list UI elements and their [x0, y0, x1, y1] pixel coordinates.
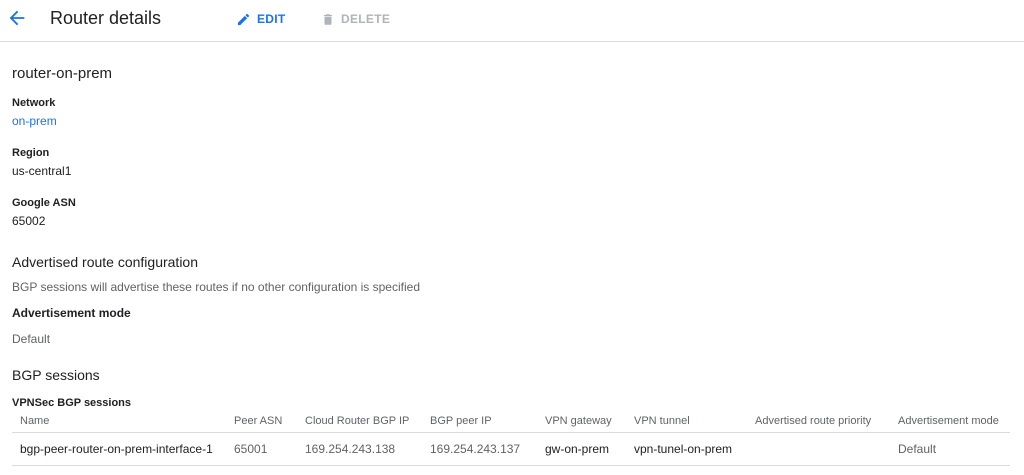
trash-icon [323, 13, 333, 25]
delete-button[interactable]: DELETE [321, 10, 390, 28]
network-link[interactable]: on-prem [12, 114, 57, 128]
cell-bgp-peer-ip: 169.254.243.137 [430, 442, 521, 456]
region-value: us-central1 [12, 164, 72, 178]
cell-cloud-router-bgp-ip: 169.254.243.138 [305, 442, 396, 456]
arrow-back-icon[interactable] [6, 7, 28, 29]
bgp-sessions-table: Name Peer ASN Cloud Router BGP IP BGP pe… [12, 412, 1010, 466]
pencil-icon [237, 13, 250, 25]
advertised-description: BGP sessions will advertise these routes… [12, 280, 420, 294]
cell-vpn-gateway: gw-on-prem [545, 442, 610, 456]
delete-label: DELETE [341, 12, 391, 26]
asn-value: 65002 [12, 214, 46, 228]
advertised-section-title: Advertised route configuration [12, 254, 198, 270]
network-label: Network [12, 97, 56, 109]
cell-peer-asn: 65001 [234, 442, 268, 456]
advertisement-mode-value: Default [12, 332, 51, 346]
advertisement-mode-label: Advertisement mode [12, 306, 131, 320]
col-header-name: Name [20, 415, 50, 427]
top-bar: Router details EDIT DELETE [0, 0, 1024, 42]
cell-advertisement-mode: Default [898, 442, 937, 456]
col-header-advertisement-mode: Advertisement mode [898, 415, 999, 427]
table-header: Name Peer ASN Cloud Router BGP IP BGP pe… [12, 412, 1010, 433]
col-header-advertised-route-priority: Advertised route priority [755, 415, 872, 427]
page-title: Router details [50, 8, 162, 28]
cell-name: bgp-peer-router-on-prem-interface-1 [20, 442, 213, 456]
edit-button[interactable]: EDIT [236, 10, 286, 28]
edit-label: EDIT [257, 12, 286, 26]
col-header-bgp-peer-ip: BGP peer IP [430, 415, 492, 427]
router-name: router-on-prem [12, 65, 113, 82]
bgp-subtitle: VPNSec BGP sessions [12, 397, 132, 409]
cell-vpn-tunnel: vpn-tunel-on-prem [634, 442, 733, 456]
region-label: Region [12, 147, 50, 159]
col-header-peer-asn: Peer ASN [234, 415, 283, 427]
col-header-vpn-gateway: VPN gateway [545, 415, 612, 427]
table-row: bgp-peer-router-on-prem-interface-1 6500… [12, 433, 1010, 466]
bgp-section-title: BGP sessions [12, 367, 100, 383]
col-header-vpn-tunnel: VPN tunnel [634, 415, 690, 427]
col-header-cloud-router-bgp-ip: Cloud Router BGP IP [305, 415, 410, 427]
asn-label: Google ASN [12, 197, 76, 209]
